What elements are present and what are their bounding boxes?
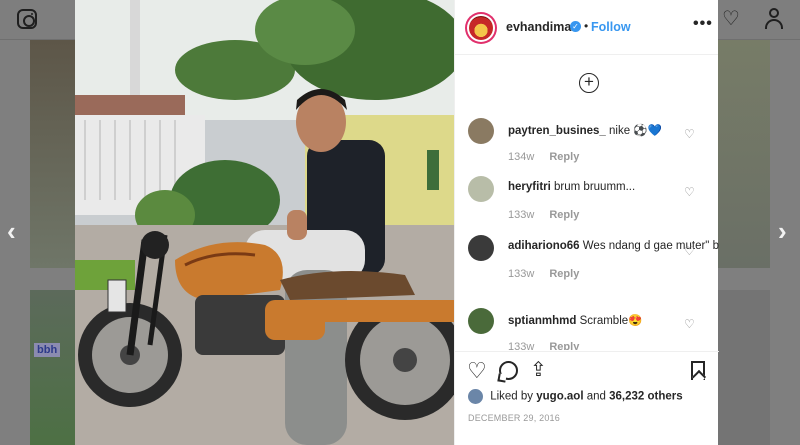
background-tag-text: bbh <box>34 343 61 357</box>
next-post-arrow[interactable]: › <box>778 218 787 244</box>
liker-username[interactable]: yugo.aol <box>536 391 583 403</box>
comment-age: 134w <box>508 151 535 163</box>
post-actions: ♡ ⇪ Liked by yugo.aol and 36,232 others … <box>455 351 719 445</box>
reply-button[interactable]: Reply <box>549 268 579 280</box>
commenter-avatar[interactable] <box>468 235 494 261</box>
more-options-icon[interactable]: ••• <box>693 15 713 33</box>
comment-bubble-icon[interactable] <box>499 361 518 380</box>
comment-text: Wes ndang d gae muter" bro <box>582 240 719 252</box>
like-heart-icon[interactable]: ♡ <box>467 360 487 382</box>
follow-button[interactable]: Follow <box>591 20 631 34</box>
verified-badge-icon: ✓ <box>570 21 581 32</box>
reply-button[interactable]: Reply <box>549 341 579 350</box>
post-date[interactable]: DECEMBER 29, 2016 <box>468 413 560 423</box>
background-post-tile[interactable] <box>30 290 75 445</box>
bookmark-icon[interactable] <box>691 361 705 380</box>
comment-text: Scramble😍 <box>579 315 643 327</box>
background-post-tile[interactable] <box>30 40 75 268</box>
post-photo[interactable] <box>75 0 454 445</box>
background-post-tile[interactable] <box>718 40 770 268</box>
list-item: adihariono66 Wes ndang d gae muter" bro … <box>468 235 719 285</box>
reply-button[interactable]: Reply <box>549 209 579 221</box>
like-comment-heart-icon[interactable]: ♡ <box>684 317 695 331</box>
commenter-avatar[interactable] <box>468 176 494 202</box>
comments-list[interactable]: + paytren_busines_ nike ⚽💙 134w Reply ♡ … <box>455 56 719 350</box>
instagram-icon[interactable] <box>17 9 37 29</box>
author-username[interactable]: evhandimas <box>506 20 578 34</box>
list-item: paytren_busines_ nike ⚽💙 134w Reply ♡ <box>468 118 708 168</box>
liker-avatar[interactable] <box>468 389 483 404</box>
comment-text: nike ⚽💙 <box>609 125 662 137</box>
commenter-username[interactable]: sptianmhmd <box>508 315 576 327</box>
heart-icon[interactable]: ♡ <box>722 6 740 31</box>
share-icon[interactable]: ⇪ <box>530 360 547 380</box>
commenter-username[interactable]: adihariono66 <box>508 240 580 252</box>
commenter-avatar[interactable] <box>468 308 494 334</box>
load-more-comments-icon[interactable]: + <box>579 73 599 93</box>
post-header: evhandimas ✓ • Follow ••• <box>455 0 718 55</box>
header-separator: • <box>584 19 589 33</box>
post-modal: evhandimas ✓ • Follow ••• + paytren_busi… <box>75 0 719 445</box>
comment-age: 133w <box>508 209 535 221</box>
like-comment-heart-icon[interactable]: ♡ <box>684 185 695 199</box>
post-side-panel: evhandimas ✓ • Follow ••• + paytren_busi… <box>454 0 719 445</box>
reply-button[interactable]: Reply <box>549 151 579 163</box>
likes-others-link[interactable]: 36,232 others <box>609 391 683 403</box>
commenter-username[interactable]: paytren_busines_ <box>508 125 606 137</box>
comment-text: brum bruumm... <box>554 181 636 193</box>
commenter-avatar[interactable] <box>468 118 494 144</box>
user-icon[interactable] <box>764 8 784 30</box>
likes-prefix: Liked by <box>490 390 534 403</box>
comment-age: 133w <box>508 268 535 280</box>
commenter-username[interactable]: heryfitri <box>508 181 551 193</box>
background-post-tile[interactable] <box>718 290 770 445</box>
likes-joiner: and <box>586 390 606 403</box>
likes-summary: Liked by yugo.aol and 36,232 others <box>468 389 683 404</box>
comment-age: 133w <box>508 341 535 350</box>
list-item: sptianmhmd Scramble😍 133w Reply ♡ <box>468 308 708 350</box>
previous-post-arrow[interactable]: ‹ <box>7 218 16 244</box>
author-avatar[interactable] <box>465 12 497 44</box>
list-item: heryfitri brum bruumm... 133w Reply ♡ <box>468 176 708 226</box>
like-comment-heart-icon[interactable]: ♡ <box>684 244 695 258</box>
like-comment-heart-icon[interactable]: ♡ <box>684 127 695 141</box>
